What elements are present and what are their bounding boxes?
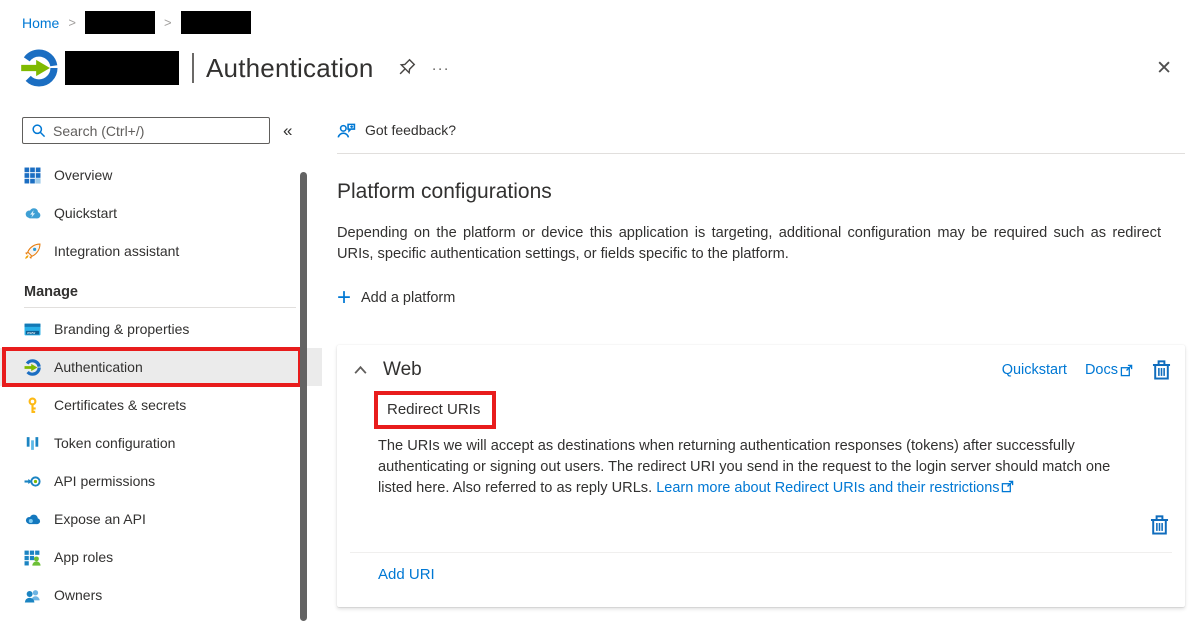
docs-link[interactable]: Docs: [1085, 362, 1133, 378]
redirect-uris-description: The URIs we will accept as destinations …: [378, 436, 1134, 499]
quickstart-link[interactable]: Quickstart: [1002, 362, 1067, 378]
docs-link-label: Docs: [1085, 362, 1118, 378]
chevron-up-icon[interactable]: [353, 363, 368, 378]
external-link-icon: [1001, 480, 1014, 493]
feedback-icon: [337, 121, 356, 140]
sidebar-item-label: App roles: [54, 549, 113, 565]
sidebar-item-token-configuration[interactable]: Token configuration: [0, 424, 322, 462]
uri-row-divider: [350, 552, 1172, 553]
sidebar-item-label: Expose an API: [54, 511, 146, 527]
api-permissions-icon: [24, 473, 41, 490]
collapse-sidebar-icon[interactable]: «: [283, 121, 292, 141]
breadcrumb-redacted-item-2: [181, 11, 251, 34]
page-title: Authentication: [206, 53, 374, 84]
sidebar-item-authentication[interactable]: Authentication: [0, 348, 322, 386]
key-icon: [24, 397, 41, 414]
sidebar-item-label: Branding & properties: [54, 321, 189, 337]
sidebar-item-quickstart[interactable]: Quickstart: [0, 194, 322, 232]
pin-icon[interactable]: [396, 58, 416, 78]
sidebar-item-label: Overview: [54, 167, 112, 183]
sidebar-item-label: Quickstart: [54, 205, 117, 221]
breadcrumb-home-link[interactable]: Home: [22, 15, 59, 31]
search-icon: [31, 123, 46, 138]
owners-people-icon: [24, 587, 41, 604]
sidebar-nav: Overview Quickstart: [0, 156, 322, 614]
sidebar-item-label: Token configuration: [54, 435, 175, 451]
web-platform-card: Web Quickstart Docs: [337, 345, 1185, 607]
platform-configurations-heading: Platform configurations: [337, 180, 1185, 204]
page-header: Authentication ··· ✕: [0, 36, 1200, 100]
got-feedback-label: Got feedback?: [365, 122, 456, 138]
sidebar-item-branding-properties[interactable]: www Branding & properties: [0, 310, 322, 348]
web-card-header: Web Quickstart Docs: [350, 359, 1172, 381]
quickstart-cloud-icon: [24, 205, 41, 222]
learn-more-link[interactable]: Learn more about Redirect URIs and their…: [656, 480, 999, 496]
external-link-icon: [1120, 364, 1133, 377]
sidebar-item-app-roles[interactable]: App roles: [0, 538, 322, 576]
sidebar-item-overview[interactable]: Overview: [0, 156, 322, 194]
delete-uri-trash-icon[interactable]: [1149, 514, 1170, 536]
main-content: Got feedback? Platform configurations De…: [322, 100, 1200, 621]
app-registration-logo-icon: [20, 49, 58, 87]
overview-grid-icon: [24, 167, 41, 184]
title-separator: [192, 53, 194, 83]
sidebar-item-label: Authentication: [54, 359, 143, 375]
expose-api-cloud-icon: [24, 511, 41, 528]
search-box[interactable]: [22, 117, 270, 144]
close-icon[interactable]: ✕: [1156, 57, 1172, 80]
delete-platform-trash-icon[interactable]: [1151, 359, 1172, 381]
web-card-title: Web: [383, 359, 422, 381]
sidebar-item-integration-assistant[interactable]: Integration assistant: [0, 232, 322, 270]
toolbar-divider: [337, 153, 1185, 154]
content-row: « Overview: [0, 100, 1200, 621]
authentication-icon: [24, 359, 41, 376]
sidebar-item-api-permissions[interactable]: API permissions: [0, 462, 322, 500]
sidebar-item-label: API permissions: [54, 473, 155, 489]
sidebar-item-certificates-secrets[interactable]: Certificates & secrets: [0, 386, 322, 424]
sidebar-section-manage: Manage: [0, 280, 322, 304]
more-options-icon[interactable]: ···: [432, 60, 450, 77]
sidebar-section-divider: [24, 307, 296, 308]
breadcrumb: Home > >: [0, 0, 1200, 36]
svg-text:www: www: [27, 330, 36, 334]
add-uri-link[interactable]: Add URI: [378, 566, 435, 583]
sidebar: « Overview: [0, 100, 322, 621]
breadcrumb-separator: >: [164, 15, 172, 30]
sidebar-scrollbar[interactable]: [300, 172, 307, 621]
web-card-links: Quickstart Docs: [1002, 359, 1172, 381]
app-roles-icon: [24, 549, 41, 566]
plus-icon: +: [337, 289, 351, 307]
token-bars-icon: [24, 435, 41, 452]
sidebar-search-row: «: [0, 117, 322, 144]
sidebar-item-expose-an-api[interactable]: Expose an API: [0, 500, 322, 538]
breadcrumb-redacted-item-1[interactable]: [85, 11, 155, 34]
add-a-platform-label: Add a platform: [361, 290, 455, 306]
redirect-uris-heading: Redirect URIs: [374, 391, 496, 429]
sidebar-item-label: Owners: [54, 587, 102, 603]
add-a-platform-button[interactable]: + Add a platform: [337, 286, 455, 310]
search-input[interactable]: [53, 123, 261, 139]
branding-window-icon: www: [24, 321, 41, 338]
app-name-redacted: [65, 51, 179, 85]
redirect-uri-row: [350, 506, 1172, 544]
breadcrumb-separator: >: [68, 15, 76, 30]
sidebar-item-label: Certificates & secrets: [54, 397, 186, 413]
sidebar-item-label: Integration assistant: [54, 243, 179, 259]
rocket-icon: [24, 243, 41, 260]
got-feedback-button[interactable]: Got feedback?: [337, 118, 456, 142]
sidebar-item-owners[interactable]: Owners: [0, 576, 322, 614]
platform-configurations-description: Depending on the platform or device this…: [337, 223, 1185, 265]
